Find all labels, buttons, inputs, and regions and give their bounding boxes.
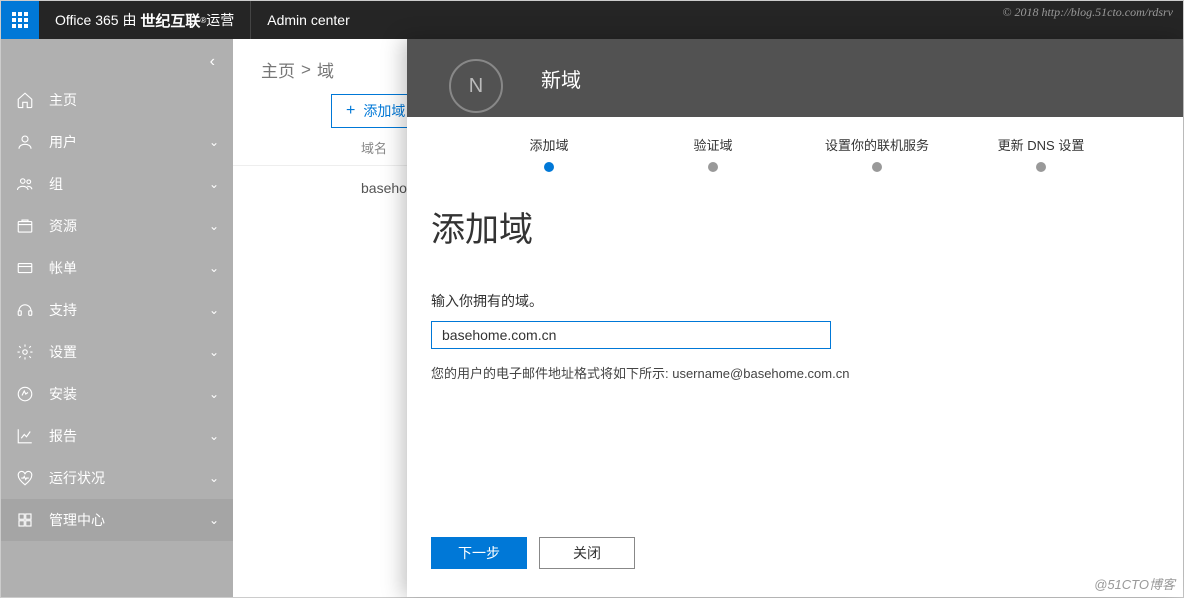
chevron-down-icon: ⌄ — [209, 303, 219, 317]
sidebar-item-group[interactable]: 组 ⌄ — [1, 163, 233, 205]
health-icon — [15, 468, 35, 488]
reports-icon — [15, 426, 35, 446]
sidebar-item-label: 报告 — [49, 426, 209, 446]
step-0[interactable]: 添加域 — [467, 135, 631, 172]
close-button[interactable]: 关闭 — [539, 537, 635, 569]
resource-icon — [15, 216, 35, 236]
breadcrumb-home[interactable]: 主页 — [261, 57, 295, 82]
chevron-down-icon: ⌄ — [209, 177, 219, 191]
email-hint: 您的用户的电子邮件地址格式将如下所示: username@basehome.co… — [431, 363, 1159, 382]
sidebar-item-user[interactable]: 用户 ⌄ — [1, 121, 233, 163]
col-domain-name: 域名 — [361, 141, 387, 156]
sidebar-item-label: 运行状况 — [49, 468, 209, 488]
step-label: 验证域 — [631, 135, 795, 154]
step-2[interactable]: 设置你的联机服务 — [795, 135, 959, 172]
panel-heading: 添加域 — [431, 202, 1159, 251]
billing-icon — [15, 258, 35, 278]
sidebar-item-label: 用户 — [49, 132, 209, 152]
domain-field-label: 输入你拥有的域。 — [431, 291, 1159, 311]
sidebar-item-support[interactable]: 支持 ⌄ — [1, 289, 233, 331]
step-label: 设置你的联机服务 — [795, 135, 959, 154]
sidebar-item-install[interactable]: 安装 ⌄ — [1, 373, 233, 415]
sidebar-item-label: 设置 — [49, 342, 209, 362]
support-icon — [15, 300, 35, 320]
chevron-down-icon: ⌄ — [209, 345, 219, 359]
step-dot-icon — [708, 162, 718, 172]
sidebar: ‹ 主页 用户 ⌄ 组 ⌄ 资源 ⌄ 帐单 ⌄ 支持 ⌄ 设置 ⌄ 安装 ⌄ 报… — [1, 39, 233, 597]
sidebar-item-label: 支持 — [49, 300, 209, 320]
chevron-down-icon: ⌄ — [209, 429, 219, 443]
sidebar-item-label: 管理中心 — [49, 510, 209, 530]
sidebar-item-admin[interactable]: 管理中心 ⌄ — [1, 499, 233, 541]
panel-title: 新域 — [541, 64, 581, 93]
sidebar-item-billing[interactable]: 帐单 ⌄ — [1, 247, 233, 289]
sidebar-item-label: 帐单 — [49, 258, 209, 278]
step-dot-icon — [1036, 162, 1046, 172]
panel-badge: N — [449, 59, 503, 113]
breadcrumb-sep: > — [301, 60, 311, 80]
chevron-down-icon: ⌄ — [209, 471, 219, 485]
next-button[interactable]: 下一步 — [431, 537, 527, 569]
sidebar-item-resource[interactable]: 资源 ⌄ — [1, 205, 233, 247]
sidebar-item-health[interactable]: 运行状况 ⌄ — [1, 457, 233, 499]
chevron-down-icon: ⌄ — [209, 219, 219, 233]
group-icon — [15, 174, 35, 194]
sidebar-item-home[interactable]: 主页 — [1, 79, 233, 121]
sidebar-collapse-icon[interactable]: ‹ — [210, 53, 215, 71]
watermark: @51CTO博客 — [1094, 574, 1175, 593]
step-dot-icon — [872, 162, 882, 172]
breadcrumb-current: 域 — [317, 57, 334, 82]
add-domain-panel: N 新域 添加域 验证域 设置你的联机服务 更新 DNS 设置 添加域 输入你拥… — [407, 39, 1183, 597]
chevron-down-icon: ⌄ — [209, 513, 219, 527]
install-icon — [15, 384, 35, 404]
sidebar-item-label: 安装 — [49, 384, 209, 404]
plus-icon: + — [346, 102, 355, 120]
home-icon — [15, 90, 35, 110]
step-label: 更新 DNS 设置 — [959, 135, 1123, 154]
stepper: 添加域 验证域 设置你的联机服务 更新 DNS 设置 — [407, 117, 1183, 182]
chevron-down-icon: ⌄ — [209, 135, 219, 149]
copyright-label: © 2018 http://blog.51cto.com/rdsrv — [1002, 5, 1173, 20]
sidebar-item-settings[interactable]: 设置 ⌄ — [1, 331, 233, 373]
app-launcher-icon[interactable] — [1, 1, 39, 39]
chevron-down-icon: ⌄ — [209, 387, 219, 401]
admin-icon — [15, 510, 35, 530]
step-1[interactable]: 验证域 — [631, 135, 795, 172]
domain-input[interactable] — [431, 321, 831, 349]
chevron-down-icon: ⌄ — [209, 261, 219, 275]
sidebar-item-label: 组 — [49, 174, 209, 194]
step-label: 添加域 — [467, 135, 631, 154]
brand-label: Office 365 由 世纪互联®运营 — [39, 1, 251, 39]
sidebar-item-label: 主页 — [49, 90, 219, 110]
settings-icon — [15, 342, 35, 362]
user-icon — [15, 132, 35, 152]
panel-header: N 新域 — [407, 39, 1183, 117]
step-dot-icon — [544, 162, 554, 172]
step-3[interactable]: 更新 DNS 设置 — [959, 135, 1123, 172]
admin-center-label[interactable]: Admin center — [251, 12, 365, 28]
sidebar-item-label: 资源 — [49, 216, 209, 236]
sidebar-item-reports[interactable]: 报告 ⌄ — [1, 415, 233, 457]
